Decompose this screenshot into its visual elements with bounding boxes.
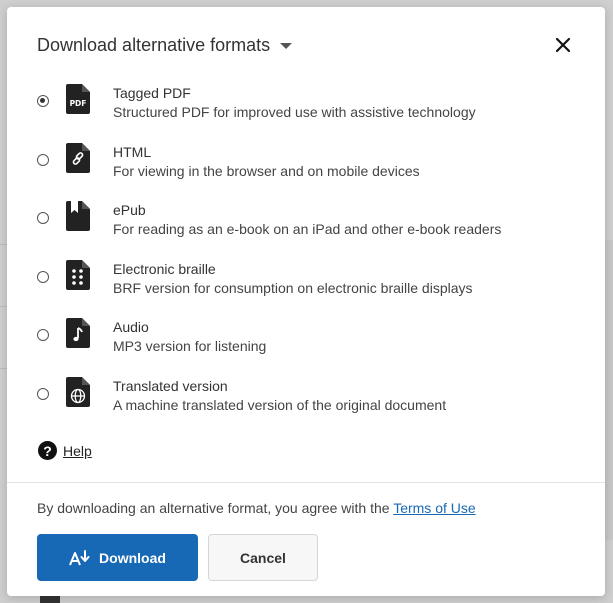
option-tagged-pdf[interactable]: PDF Tagged PDF Structured PDF for improv… [37,81,577,140]
option-title: Electronic braille [113,260,216,277]
close-icon [555,37,571,53]
braille-file-icon [66,259,90,290]
bookmark-file-icon [66,201,90,232]
globe-file-icon [66,376,90,407]
option-title: Tagged PDF [113,85,191,101]
radio-tagged-pdf[interactable] [37,95,49,107]
dialog-header: Download alternative formats [37,31,575,61]
option-description: BRF version for consumption on electroni… [113,279,473,296]
footer-divider [7,482,605,483]
option-description: MP3 version for listening [113,338,267,355]
option-html[interactable]: HTML For viewing in the browser and on m… [37,140,577,199]
question-icon: ? [38,441,57,460]
cancel-button-label: Cancel [240,549,286,566]
option-translated-version[interactable]: Translated version A machine translated … [37,374,577,433]
pdf-file-icon: PDF [66,84,90,114]
format-dropdown-title[interactable]: Download alternative formats [37,31,575,59]
terms-of-use-link[interactable]: Terms of Use [393,500,475,516]
caret-down-icon [280,43,293,49]
close-button[interactable] [551,33,575,57]
radio-html[interactable] [37,153,49,166]
option-epub[interactable]: ePub For reading as an e-book on an iPad… [37,198,577,257]
radio-epub[interactable] [37,212,49,225]
download-button[interactable]: Download [37,534,198,581]
dialog-title: Download alternative formats [37,35,271,55]
background-element [40,595,60,603]
format-options-list: PDF Tagged PDF Structured PDF for improv… [37,81,577,433]
download-button-label: Download [99,549,166,566]
terms-text: By downloading an alternative format, yo… [37,500,394,516]
help-link[interactable]: Help [63,443,92,459]
option-title: Translated version [113,377,228,394]
cancel-button[interactable]: Cancel [208,534,318,581]
download-accessible-icon [69,549,90,565]
radio-audio[interactable] [37,329,49,342]
help-link-group[interactable]: ? Help [38,441,92,460]
option-audio[interactable]: Audio MP3 version for listening [37,315,577,374]
music-file-icon [66,318,90,349]
option-description: A machine translated version of the orig… [113,396,447,413]
radio-translated-version[interactable] [37,387,49,400]
option-title: ePub [113,202,146,219]
terms-notice: By downloading an alternative format, yo… [37,500,476,516]
link-file-icon [66,142,90,173]
option-description: For reading as an e-book on an iPad and … [113,221,502,238]
option-electronic-braille[interactable]: Electronic braille BRF version for consu… [37,257,577,316]
option-title: HTML [113,143,152,160]
pdf-icon-label: PDF [70,99,87,108]
option-title: Audio [113,319,149,336]
option-description: For viewing in the browser and on mobile… [113,162,420,179]
option-description: Structured PDF for improved use with ass… [113,104,476,120]
download-formats-dialog: Download alternative formats PDF Tagged … [7,7,605,596]
radio-electronic-braille[interactable] [37,270,49,283]
